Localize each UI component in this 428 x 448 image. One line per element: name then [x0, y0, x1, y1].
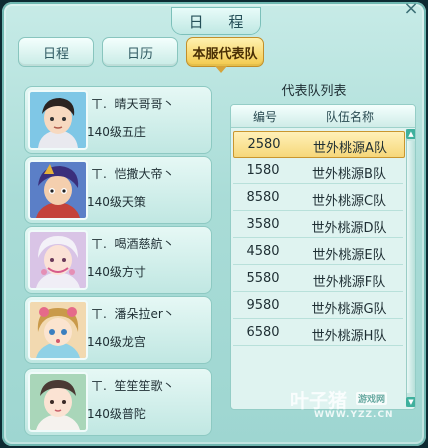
scroll-up-icon[interactable]: ▲ — [406, 129, 415, 139]
tab-schedule[interactable]: 日程 — [18, 37, 94, 67]
window-title: 日 程 — [172, 8, 260, 34]
tab-server-team[interactable]: 本服代表队 — [186, 37, 264, 67]
member-name: ㄒ. 笙笙笙歌丶 — [91, 379, 175, 393]
table-row[interactable]: 2580 世外桃源A队 — [233, 131, 405, 158]
team-id: 3580 — [246, 217, 280, 232]
table-row[interactable]: 1580 世外桃源B队 — [233, 158, 403, 184]
member-level: 140级方寸 — [87, 265, 146, 279]
column-header-team-name: 队伍名称 — [325, 110, 374, 124]
member-list: ㄒ. 晴天哥哥丶 140级五庄 ㄒ. 恺撒大帝丶 140级天策 ㄒ. 喝酒慈航丶… — [24, 86, 212, 436]
watermark-logo-text: 叶子猪 — [290, 390, 348, 412]
team-id: 9580 — [246, 298, 280, 313]
scroll-thumb[interactable] — [407, 141, 415, 393]
scrollbar[interactable]: ▲ ▼ — [406, 129, 415, 407]
team-table: 编号 队伍名称 2580 世外桃源A队 1580 世外桃源B队 8580 世外桃… — [230, 104, 416, 410]
table-row[interactable]: 8580 世外桃源C队 — [233, 185, 403, 211]
member-card[interactable]: ㄒ. 潘朵拉er丶 140级龙宫 — [24, 296, 212, 364]
column-header-id: 编号 — [252, 110, 277, 124]
character-portrait — [28, 230, 88, 290]
member-name: ㄒ. 恺撒大帝丶 — [91, 167, 175, 181]
team-id: 5580 — [246, 271, 280, 286]
schedule-window: 日 程 × 日程 日历 本服代表队 ㄒ. 晴天哥哥丶 140级五庄 ㄒ. 恺撒大… — [2, 0, 426, 446]
team-id: 4580 — [246, 244, 280, 259]
member-card[interactable]: ㄒ. 笙笙笙歌丶 140级普陀 — [24, 368, 212, 436]
team-name: 世外桃源E队 — [312, 248, 386, 263]
watermark-badge: 游戏网 — [356, 392, 388, 405]
team-list-title: 代表队列表 — [281, 84, 347, 99]
watermark-url: WWW.YZZ.CN — [314, 410, 394, 420]
member-level: 140级五庄 — [87, 125, 146, 139]
member-level: 140级普陀 — [87, 407, 146, 421]
member-level: 140级天策 — [87, 195, 146, 209]
close-icon[interactable]: × — [402, 0, 420, 18]
character-portrait — [28, 160, 88, 220]
member-name: ㄒ. 潘朵拉er丶 — [91, 307, 175, 321]
team-list-panel: 代表队列表 编号 队伍名称 2580 世外桃源A队 1580 世外桃源B队 85… — [224, 74, 420, 414]
team-name: 世外桃源G队 — [311, 302, 387, 317]
team-name: 世外桃源A队 — [313, 141, 387, 156]
table-row[interactable]: 6580 世外桃源H队 — [233, 320, 403, 346]
character-portrait — [28, 300, 88, 360]
character-portrait — [28, 372, 88, 432]
table-row[interactable]: 5580 世外桃源F队 — [233, 266, 403, 292]
member-name: ㄒ. 喝酒慈航丶 — [91, 237, 175, 251]
member-card[interactable]: ㄒ. 喝酒慈航丶 140级方寸 — [24, 226, 212, 294]
member-card[interactable]: ㄒ. 晴天哥哥丶 140级五庄 — [24, 86, 212, 154]
member-name: ㄒ. 晴天哥哥丶 — [91, 97, 175, 111]
table-row[interactable]: 3580 世外桃源D队 — [233, 212, 403, 238]
team-id: 1580 — [246, 163, 280, 178]
team-id: 6580 — [246, 325, 280, 340]
tab-calendar[interactable]: 日历 — [102, 37, 178, 67]
team-id: 2580 — [247, 137, 281, 152]
team-name: 世外桃源B队 — [312, 167, 386, 182]
table-row[interactable]: 9580 世外桃源G队 — [233, 293, 403, 319]
team-name: 世外桃源H队 — [311, 329, 387, 344]
member-card[interactable]: ㄒ. 恺撒大帝丶 140级天策 — [24, 156, 212, 224]
active-tab-pointer — [215, 66, 227, 73]
team-id: 8580 — [246, 190, 280, 205]
table-header: 编号 队伍名称 — [231, 105, 415, 128]
member-level: 140级龙宫 — [87, 335, 146, 349]
team-name: 世外桃源D队 — [311, 221, 387, 236]
character-portrait — [28, 90, 88, 150]
team-name: 世外桃源C队 — [311, 194, 387, 209]
table-row[interactable]: 4580 世外桃源E队 — [233, 239, 403, 265]
team-name: 世外桃源F队 — [312, 275, 386, 290]
site-watermark: 叶子猪 游戏网 WWW.YZZ.CN — [290, 386, 420, 426]
